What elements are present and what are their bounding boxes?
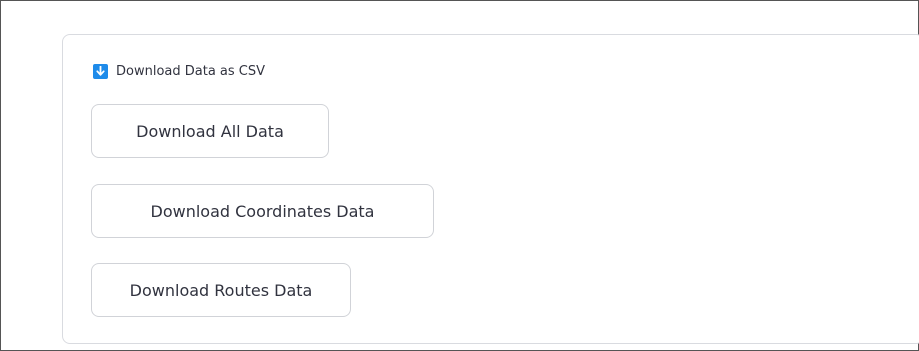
section-title: Download Data as CSV <box>116 63 266 79</box>
download-panel: Download Data as CSV Download All Data D… <box>62 34 919 344</box>
down-arrow-icon <box>93 63 108 79</box>
download-all-data-button[interactable]: Download All Data <box>91 104 329 158</box>
panel-header: Download Data as CSV <box>93 62 265 80</box>
download-routes-data-button[interactable]: Download Routes Data <box>91 263 351 317</box>
download-coordinates-data-button[interactable]: Download Coordinates Data <box>91 184 434 238</box>
screenshot-frame: Download Data as CSV Download All Data D… <box>0 0 919 351</box>
